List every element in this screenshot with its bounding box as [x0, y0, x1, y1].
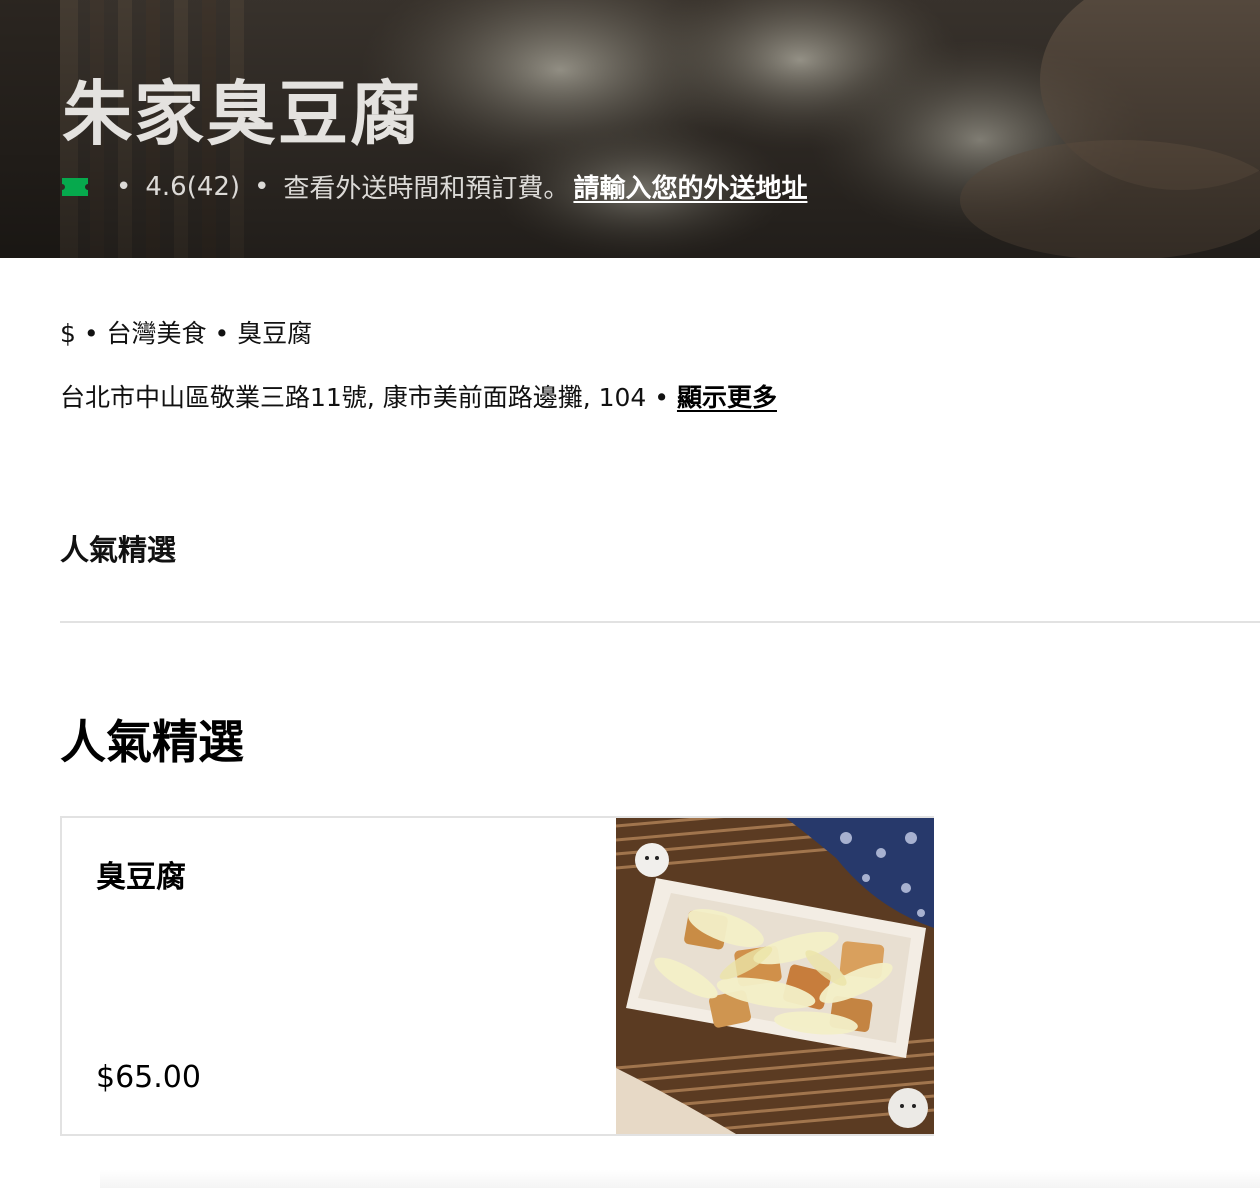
- tab-popular-picks[interactable]: 人氣精選: [60, 527, 176, 569]
- review-count: (42): [186, 171, 241, 202]
- show-more-link[interactable]: 顯示更多: [677, 383, 777, 412]
- store-address-row: 台北市中山區敬業三路11號, 康市美前面路邊攤, 104 • 顯示更多: [60, 378, 777, 414]
- separator-dot: •: [116, 171, 132, 202]
- delivery-info-text: 查看外送時間和預訂費。: [283, 174, 570, 204]
- section-title: 人氣精選: [60, 715, 244, 769]
- divider: [60, 621, 1260, 623]
- rating-value: 4.6: [145, 171, 187, 202]
- enter-address-link[interactable]: 請輸入您的外送地址: [573, 168, 807, 205]
- next-card-edge: [100, 1170, 1260, 1188]
- menu-item-card[interactable]: 臭豆腐 $65.00: [60, 816, 934, 1136]
- menu-item-image: [616, 818, 934, 1134]
- store-category-line: $ • 台灣美食 • 臭豆腐: [60, 319, 313, 348]
- store-name: 朱家臭豆腐: [62, 73, 422, 155]
- separator-dot: •: [254, 171, 270, 202]
- store-meta-row: • 4.6 (42) • 查看外送時間和預訂費。 請輸入您的外送地址: [62, 168, 807, 205]
- store-address: 台北市中山區敬業三路11號, 康市美前面路邊攤, 104 •: [60, 383, 677, 412]
- menu-item-price: $65.00: [96, 1060, 201, 1095]
- menu-item-name: 臭豆腐: [96, 860, 186, 895]
- store-hero-banner: 朱家臭豆腐 • 4.6 (42) • 查看外送時間和預訂費。 請輸入您的外送地址: [0, 0, 1260, 258]
- ticket-icon: [62, 177, 88, 196]
